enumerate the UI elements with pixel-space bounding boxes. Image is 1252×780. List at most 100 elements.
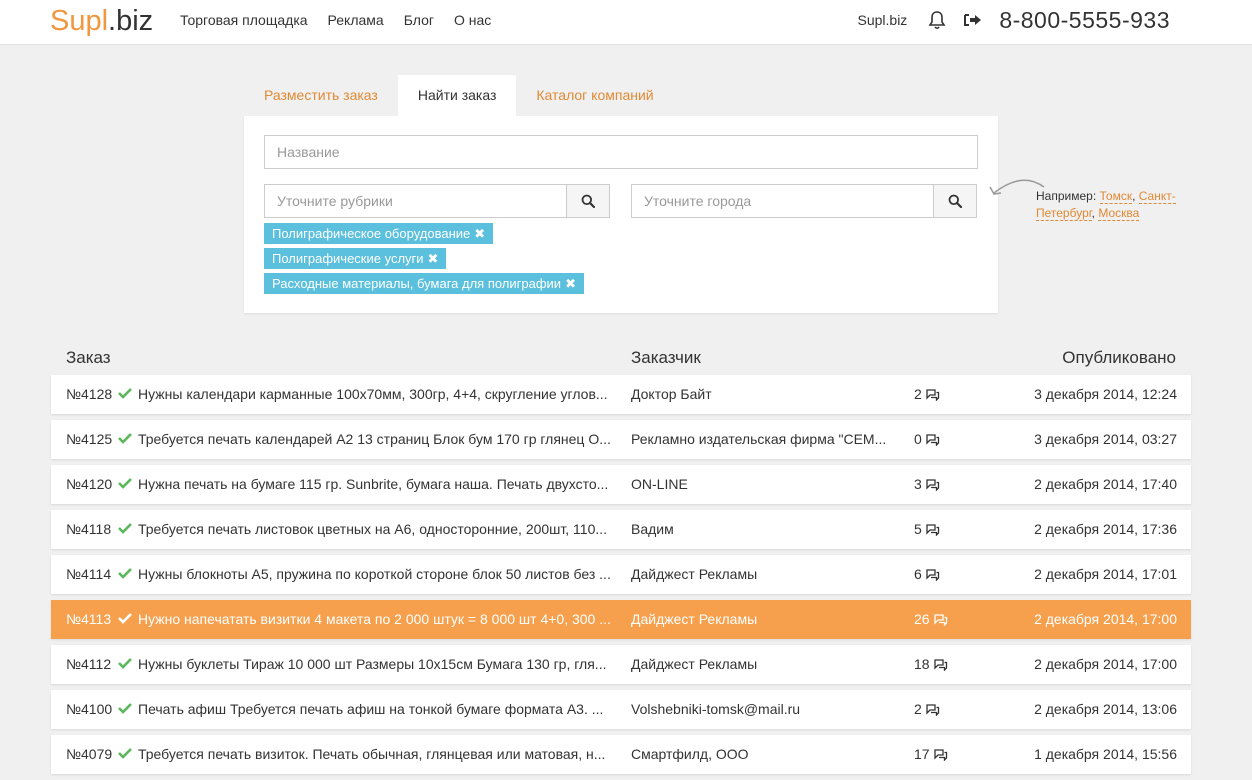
comment-count-value: 2 xyxy=(914,701,922,717)
table-row[interactable]: №4125 Требуется печать календарей А2 13 … xyxy=(51,420,1191,459)
order-date: 2 декабря 2014, 17:40 xyxy=(1034,476,1177,492)
comment-count-value: 5 xyxy=(914,521,922,537)
order-date: 2 декабря 2014, 13:06 xyxy=(1034,701,1177,717)
order-number: №4114 xyxy=(66,566,112,582)
comments-icon xyxy=(926,704,939,717)
city-hint: Например: Томск, Санкт-Петербург, Москва xyxy=(1036,189,1176,221)
check-icon xyxy=(118,510,132,549)
order-customer: ON-LINE xyxy=(631,476,688,492)
phone-number[interactable]: 8-800-5555-933 xyxy=(999,7,1170,34)
order-title[interactable]: Нужны календари карманные 100х70мм, 300г… xyxy=(138,375,613,414)
order-title[interactable]: Требуется печать визиток. Печать обычная… xyxy=(138,735,613,774)
comment-count: 17 xyxy=(914,735,948,774)
table-row-highlighted[interactable]: №4113 Нужно напечатать визитки 4 макета … xyxy=(51,600,1191,639)
site-link[interactable]: Supl.biz xyxy=(858,12,908,28)
comments-icon xyxy=(926,479,939,492)
order-customer: Дайджест Рекламы xyxy=(631,656,758,672)
order-date: 2 декабря 2014, 17:00 xyxy=(1034,656,1177,672)
tab-place-order[interactable]: Разместить заказ xyxy=(244,75,398,116)
tab-find-order[interactable]: Найти заказ xyxy=(397,75,517,116)
remove-tag-icon[interactable]: ✖ xyxy=(565,276,576,291)
hint-prefix: Например: xyxy=(1036,189,1097,203)
comments-icon xyxy=(933,749,947,762)
comments-icon xyxy=(926,434,939,447)
rubric-tag: Полиграфические услуги ✖ xyxy=(264,248,447,269)
order-date: 2 декабря 2014, 17:01 xyxy=(1034,566,1177,582)
rubric-tag-label: Полиграфическое оборудование xyxy=(272,226,471,241)
order-number: №4079 xyxy=(66,746,113,762)
comment-count: 26 xyxy=(914,600,948,639)
order-title[interactable]: Нужны буклеты Тираж 10 000 шт Размеры 10… xyxy=(138,645,613,684)
remove-tag-icon[interactable]: ✖ xyxy=(474,226,485,241)
nav-advertising[interactable]: Реклама xyxy=(328,12,384,28)
nav-about[interactable]: О нас xyxy=(454,12,491,28)
order-date: 1 декабря 2014, 15:56 xyxy=(1034,746,1177,762)
city-input[interactable] xyxy=(631,184,935,218)
table-row[interactable]: №4118 Требуется печать листовок цветных … xyxy=(51,510,1191,549)
nav-marketplace[interactable]: Торговая площадка xyxy=(180,12,308,28)
order-date: 2 декабря 2014, 17:00 xyxy=(1034,611,1177,627)
order-number: №4113 xyxy=(66,611,112,627)
check-icon xyxy=(118,735,132,774)
order-title[interactable]: Требуется печать календарей А2 13 страни… xyxy=(138,420,613,459)
sign-out-icon[interactable] xyxy=(963,10,983,30)
logo-part-2: .biz xyxy=(108,5,154,37)
comment-count-value: 17 xyxy=(914,746,930,762)
order-customer: Дайджест Рекламы xyxy=(631,611,758,627)
order-title[interactable]: Требуется печать листовок цветных на А6,… xyxy=(138,510,613,549)
order-number: №4120 xyxy=(66,476,113,492)
rubric-tag-label: Расходные материалы, бумага для полиграф… xyxy=(272,276,562,291)
order-tabs: Разместить заказ Найти заказ Каталог ком… xyxy=(244,75,674,116)
order-title[interactable]: Печать афиш Требуется печать афиш на тон… xyxy=(138,690,613,729)
comments-icon xyxy=(926,389,939,402)
comment-count-value: 26 xyxy=(914,611,930,627)
table-row[interactable]: №4079 Требуется печать визиток. Печать о… xyxy=(51,735,1191,774)
table-row[interactable]: №4120 Нужна печать на бумаге 115 гр. Sun… xyxy=(51,465,1191,504)
check-icon xyxy=(118,645,132,684)
nav-blog[interactable]: Блог xyxy=(404,12,434,28)
tab-company-catalog[interactable]: Каталог компаний xyxy=(516,75,673,116)
comment-count-value: 0 xyxy=(914,431,922,447)
comments-icon xyxy=(926,524,939,537)
check-icon xyxy=(118,375,132,414)
comment-count-value: 6 xyxy=(914,566,922,582)
rubric-tag-label: Полиграфические услуги xyxy=(272,251,424,266)
rubric-tag: Полиграфическое оборудование ✖ xyxy=(264,223,494,244)
comment-count-value: 18 xyxy=(914,656,930,672)
hint-city-tomsk[interactable]: Томск xyxy=(1099,189,1133,204)
order-title[interactable]: Нужны блокноты А5, пружина по короткой с… xyxy=(138,555,613,594)
table-row[interactable]: №4100 Печать афиш Требуется печать афиш … xyxy=(51,690,1191,729)
search-icon xyxy=(948,194,962,208)
comment-count: 3 xyxy=(914,465,940,504)
comment-count: 6 xyxy=(914,555,940,594)
table-row[interactable]: №4114 Нужны блокноты А5, пружина по коро… xyxy=(51,555,1191,594)
table-row[interactable]: №4128 Нужны календари карманные 100х70мм… xyxy=(51,375,1191,414)
comments-icon xyxy=(926,569,939,582)
comments-icon xyxy=(933,614,947,627)
remove-tag-icon[interactable]: ✖ xyxy=(428,251,439,266)
order-number: №4118 xyxy=(66,521,112,537)
table-row[interactable]: №4112 Нужны буклеты Тираж 10 000 шт Разм… xyxy=(51,645,1191,684)
check-icon xyxy=(118,420,132,459)
order-customer: Вадим xyxy=(631,521,674,537)
city-search-button[interactable] xyxy=(933,184,977,218)
comment-count-value: 3 xyxy=(914,476,922,492)
bell-icon[interactable] xyxy=(927,10,947,30)
rubric-tag: Расходные материалы, бумага для полиграф… xyxy=(264,273,584,294)
rubric-search-button[interactable] xyxy=(566,184,610,218)
comment-count: 18 xyxy=(914,645,948,684)
rubric-input[interactable] xyxy=(264,184,568,218)
comment-count-value: 2 xyxy=(914,386,922,402)
search-panel: Полиграфическое оборудование✖ Полиграфич… xyxy=(244,116,998,313)
order-title[interactable]: Нужно напечатать визитки 4 макета по 2 0… xyxy=(138,600,613,639)
name-input[interactable] xyxy=(264,135,978,169)
header-right: Supl.biz 8-800-5555-933 xyxy=(858,0,1171,40)
order-customer: Смартфилд, ООО xyxy=(631,746,749,762)
comment-count: 5 xyxy=(914,510,940,549)
logo[interactable]: Supl.biz xyxy=(50,2,153,40)
search-icon xyxy=(581,194,595,208)
check-icon xyxy=(118,690,132,729)
hint-city-moscow[interactable]: Москва xyxy=(1098,206,1140,221)
order-customer: Рекламно издательская фирма "СЕМ... xyxy=(631,431,887,447)
order-title[interactable]: Нужна печать на бумаге 115 гр. Sunbrite,… xyxy=(138,465,613,504)
